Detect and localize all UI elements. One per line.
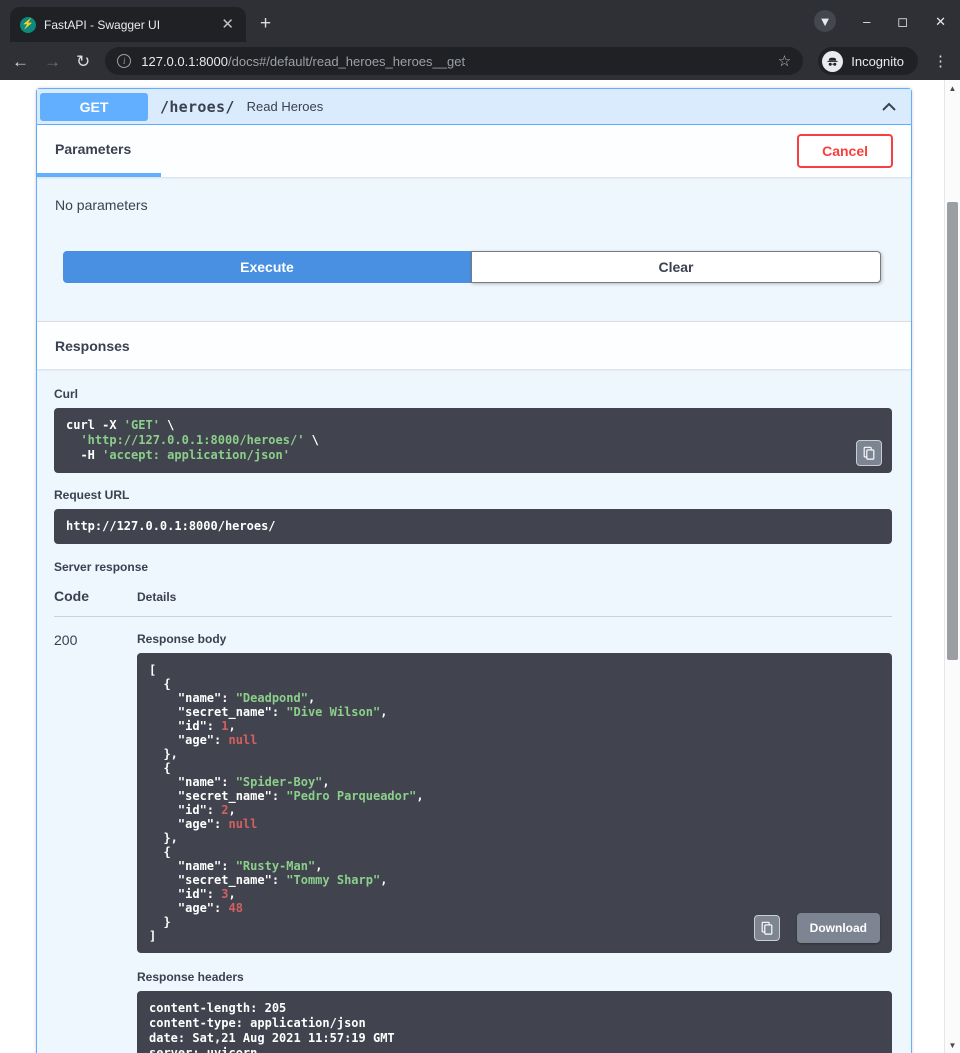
copy-to-clipboard-icon[interactable]: [856, 440, 882, 466]
swagger-page: GET /heroes/ Read Heroes Parameters Canc…: [0, 80, 944, 1053]
response-details: Response body [ { "name": "Deadpond", "s…: [137, 632, 892, 1053]
curl-label: Curl: [54, 387, 892, 401]
maximize-button[interactable]: ◻: [897, 15, 908, 28]
operation-block: GET /heroes/ Read Heroes Parameters Canc…: [36, 88, 912, 1053]
curl-command-block: curl -X 'GET' \ 'http://127.0.0.1:8000/h…: [54, 408, 892, 473]
tab-strip: ⚡ FastAPI - Swagger UI ✕ + ▼ – ◻ ✕: [0, 0, 960, 42]
search-tabs-icon[interactable]: ▼: [814, 10, 836, 32]
responses-header: Responses: [37, 321, 911, 369]
incognito-icon: [822, 51, 843, 72]
parameters-header: Parameters Cancel: [37, 125, 911, 177]
scrollbar-thumb[interactable]: [947, 202, 958, 660]
execute-row: Execute Clear: [37, 251, 911, 305]
window-controls: ▼ – ◻ ✕: [814, 0, 946, 42]
url-text[interactable]: 127.0.0.1:8000/docs#/default/read_heroes…: [141, 54, 768, 69]
response-body-label: Response body: [137, 632, 892, 646]
reload-button[interactable]: ↻: [76, 53, 90, 70]
details-column-header: Details: [137, 590, 176, 604]
tab-title: FastAPI - Swagger UI: [44, 18, 211, 32]
minimize-button[interactable]: –: [863, 15, 870, 28]
bookmark-star-icon[interactable]: ☆: [778, 52, 791, 70]
new-tab-button[interactable]: +: [260, 14, 271, 33]
responses-title: Responses: [55, 338, 130, 354]
response-headers-text: content-length: 205content-type: applica…: [149, 1001, 880, 1053]
execute-button[interactable]: Execute: [63, 251, 471, 283]
tab-parameters: Parameters: [37, 125, 161, 177]
back-button[interactable]: ←: [12, 53, 29, 70]
method-badge: GET: [40, 93, 148, 121]
curl-command-text: curl -X 'GET' \ 'http://127.0.0.1:8000/h…: [66, 418, 880, 463]
collapse-chevron-icon[interactable]: [879, 97, 899, 117]
code-column-header: Code: [54, 588, 137, 604]
scroll-down-icon[interactable]: ▼: [945, 1037, 960, 1053]
incognito-label: Incognito: [851, 54, 904, 69]
page-scrollbar[interactable]: ▲ ▼: [944, 80, 960, 1053]
scroll-up-icon[interactable]: ▲: [945, 80, 960, 96]
responses-table-header: Code Details: [54, 588, 892, 617]
request-url-text: http://127.0.0.1:8000/heroes/: [66, 519, 880, 534]
browser-window: ⚡ FastAPI - Swagger UI ✕ + ▼ – ◻ ✕ ← → ↻…: [0, 0, 960, 80]
fastapi-favicon-icon: ⚡: [20, 17, 36, 33]
server-response-label: Server response: [54, 560, 892, 574]
browser-toolbar: ← → ↻ i 127.0.0.1:8000/docs#/default/rea…: [0, 42, 960, 80]
parameters-body: No parameters: [37, 177, 911, 251]
browser-tab[interactable]: ⚡ FastAPI - Swagger UI ✕: [10, 7, 246, 42]
kebab-menu-icon[interactable]: ⋮: [933, 52, 948, 70]
responses-body: Curl curl -X 'GET' \ 'http://127.0.0.1:8…: [37, 369, 911, 1053]
response-headers-block: content-length: 205content-type: applica…: [137, 991, 892, 1053]
forward-button[interactable]: →: [44, 53, 61, 70]
status-code: 200: [54, 632, 137, 1053]
operation-summary-header[interactable]: GET /heroes/ Read Heroes: [37, 89, 911, 125]
response-headers-label: Response headers: [137, 970, 892, 984]
response-body-block: [ { "name": "Deadpond", "secret_name": "…: [137, 653, 892, 953]
cancel-button[interactable]: Cancel: [797, 134, 893, 168]
no-parameters-text: No parameters: [55, 197, 148, 213]
request-url-block: http://127.0.0.1:8000/heroes/: [54, 509, 892, 544]
close-button[interactable]: ✕: [935, 15, 946, 28]
url-path: /docs#/default/read_heroes_heroes__get: [228, 54, 465, 69]
url-bar[interactable]: i 127.0.0.1:8000/docs#/default/read_hero…: [105, 47, 803, 75]
response-body-json: [ { "name": "Deadpond", "secret_name": "…: [149, 663, 880, 943]
operation-summary: Read Heroes: [247, 99, 324, 114]
incognito-badge: Incognito: [818, 47, 918, 75]
page-info-icon[interactable]: i: [117, 54, 131, 68]
tab-close-icon[interactable]: ✕: [219, 17, 236, 32]
request-url-label: Request URL: [54, 488, 892, 502]
operation-path: /heroes/: [160, 98, 235, 116]
url-host: 127.0.0.1:8000: [141, 54, 228, 69]
download-button[interactable]: Download: [797, 913, 880, 943]
clear-button[interactable]: Clear: [471, 251, 881, 283]
copy-to-clipboard-icon[interactable]: [754, 915, 780, 941]
response-row: 200 Response body [ { "name": "Deadpond"…: [54, 617, 892, 1053]
response-body-actions: Download: [754, 913, 880, 943]
